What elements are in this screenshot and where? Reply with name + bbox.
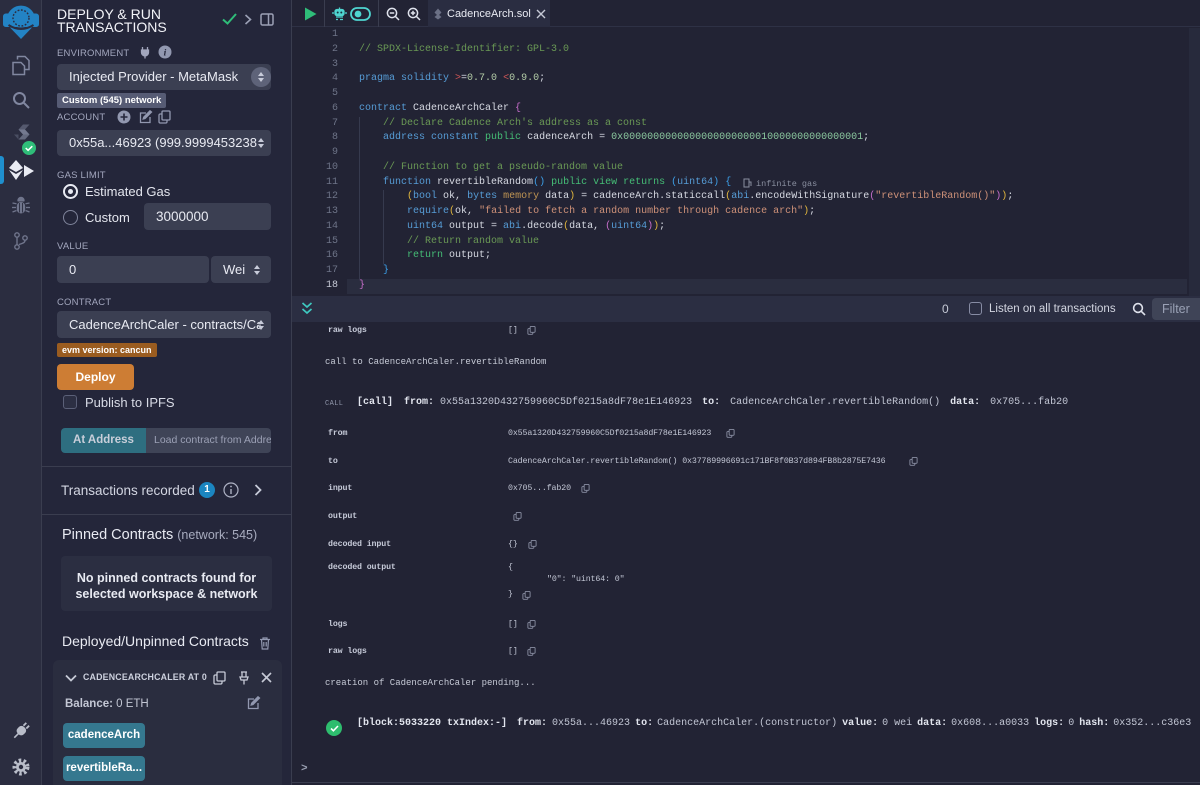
svg-text:i: i — [164, 49, 167, 59]
